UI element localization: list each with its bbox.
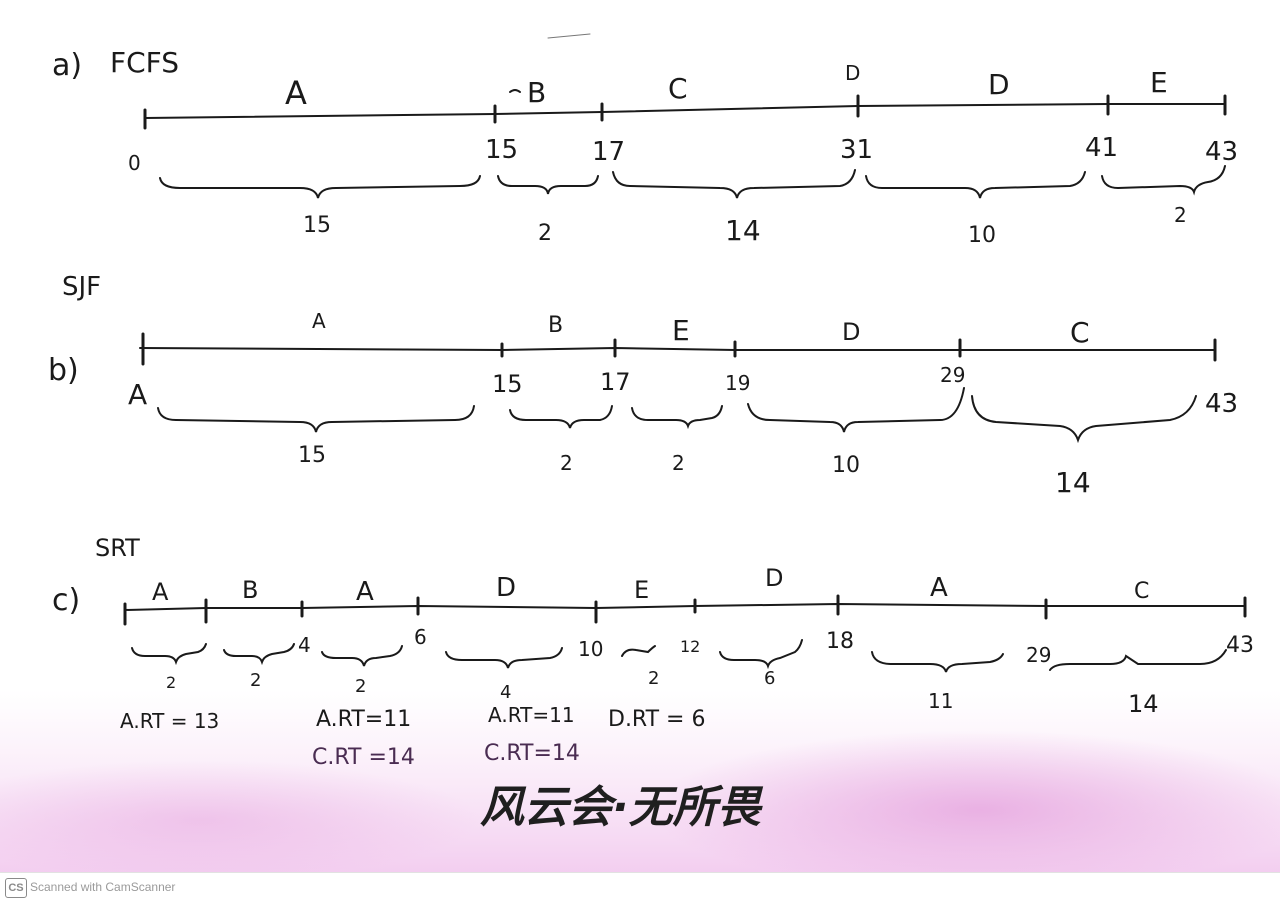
segment-label: B (242, 576, 258, 604)
duration-label: 2 (648, 668, 659, 689)
stray-mark (547, 33, 591, 39)
duration-label: 2 (166, 673, 176, 692)
duration-label: 2 (1174, 203, 1187, 227)
segment-label: D (765, 564, 783, 592)
fcfs-brace-b (497, 175, 599, 195)
duration-label: 10 (968, 223, 996, 248)
rt-note: D.RT = 6 (608, 707, 705, 732)
srt-brace-1 (131, 643, 207, 666)
tick-label: 15 (492, 370, 523, 398)
duration-label: 4 (500, 682, 511, 703)
scanned-page: a) FCFS A B C D D E 0 15 17 31 41 43 15 … (0, 0, 1280, 872)
tick-label: 17 (592, 137, 625, 167)
segment-label: D (845, 61, 860, 85)
srt-brace-4 (445, 647, 563, 669)
tick-label: 29 (940, 363, 965, 387)
tick-label: 31 (840, 135, 873, 165)
duration-label: 15 (303, 213, 331, 238)
srt-timeline (124, 602, 1246, 611)
duration-label: 15 (298, 443, 326, 468)
segment-label: A (285, 74, 307, 112)
srt-brace-6 (719, 639, 803, 670)
segment-label: E (672, 314, 690, 347)
fcfs-brace-a (159, 175, 481, 199)
segment-label: A (152, 578, 169, 606)
duration-label: 14 (1055, 466, 1091, 499)
segment-label: C (1134, 579, 1149, 604)
section-a-title: FCFS (110, 46, 179, 79)
rt-note: A.RT = 13 (120, 709, 219, 733)
sjf-brace-c (971, 395, 1197, 444)
tick-label: 10 (578, 637, 603, 661)
duration-label: 2 (538, 221, 552, 246)
segment-label: B (548, 313, 563, 338)
tick-label: 43 (1205, 137, 1238, 167)
tick-label: 15 (485, 135, 518, 165)
duration-label: 2 (560, 451, 573, 475)
segment-label: A (312, 309, 326, 333)
segment-label: E (634, 576, 649, 604)
fcfs-timeline (144, 103, 1226, 119)
watermark-text: 风云会·无所畏 (480, 782, 764, 833)
rt-note: A.RT=11 (316, 707, 411, 732)
duration-label: 14 (725, 214, 761, 247)
tick-label: 4 (298, 633, 311, 657)
tick-label: 0 (128, 151, 141, 175)
tick-label: 41 (1085, 133, 1118, 163)
sjf-brace-d (747, 387, 965, 433)
tick-label: 43 (1205, 389, 1238, 419)
duration-label: 2 (250, 670, 261, 691)
duration-label: 2 (355, 676, 366, 697)
rt-note-purple: C.RT=14 (484, 741, 580, 766)
fcfs-brace-e (1101, 165, 1226, 196)
sjf-brace-e (631, 405, 723, 430)
duration-label: 14 (1128, 690, 1159, 718)
tick-label: 17 (600, 368, 631, 396)
fcfs-brace-d (865, 171, 1086, 199)
srt-brace-2 (223, 643, 295, 666)
duration-label: 6 (764, 668, 775, 689)
srt-brace-7 (871, 651, 1004, 673)
sjf-brace-a (157, 405, 475, 433)
duration-label: 11 (928, 689, 953, 713)
srt-ticks (123, 594, 1247, 626)
section-a-label: a) (52, 48, 82, 83)
tick-label: 6 (414, 625, 427, 649)
segment-label: C (1070, 316, 1090, 349)
segment-label: D (842, 318, 860, 346)
sjf-brace-b (509, 405, 613, 429)
srt-brace-3 (321, 645, 403, 667)
tick-label: 43 (1226, 633, 1254, 658)
tick-label: 18 (826, 629, 854, 654)
rt-note: A.RT=11 (488, 703, 575, 727)
srt-brace-8 (1049, 649, 1227, 671)
duration-label: 2 (672, 451, 685, 475)
section-c-label: c) (52, 583, 80, 618)
segment-label: D (988, 68, 1010, 101)
handwritten-diagram: a) FCFS A B C D D E 0 15 17 31 41 43 15 … (0, 33, 1280, 872)
rt-note-purple: C.RT =14 (312, 745, 415, 770)
section-b-title: SJF (62, 272, 101, 302)
fcfs-brace-c (612, 169, 856, 199)
scanner-credit: Scanned with CamScanner (30, 880, 176, 894)
srt-brace-5 (621, 645, 656, 657)
sjf-timeline (139, 346, 1216, 352)
tick-label: 19 (725, 371, 750, 395)
section-c-title: SRT (95, 534, 140, 562)
segment-label: E (1150, 66, 1168, 99)
segment-label: A (356, 577, 374, 607)
duration-label: 10 (832, 453, 860, 478)
segment-label: D (496, 573, 516, 603)
segment-label: B (527, 76, 546, 109)
tick-label: 29 (1026, 643, 1051, 667)
scanner-footer: CS Scanned with CamScanner (0, 872, 1280, 903)
stray-mark (509, 89, 521, 93)
tick-label: 12 (680, 637, 700, 656)
section-b-label: b) (48, 353, 79, 388)
camscanner-logo-icon: CS (5, 878, 27, 898)
tick-label: A (128, 378, 147, 411)
segment-label: C (668, 72, 688, 105)
segment-label: A (930, 573, 948, 603)
